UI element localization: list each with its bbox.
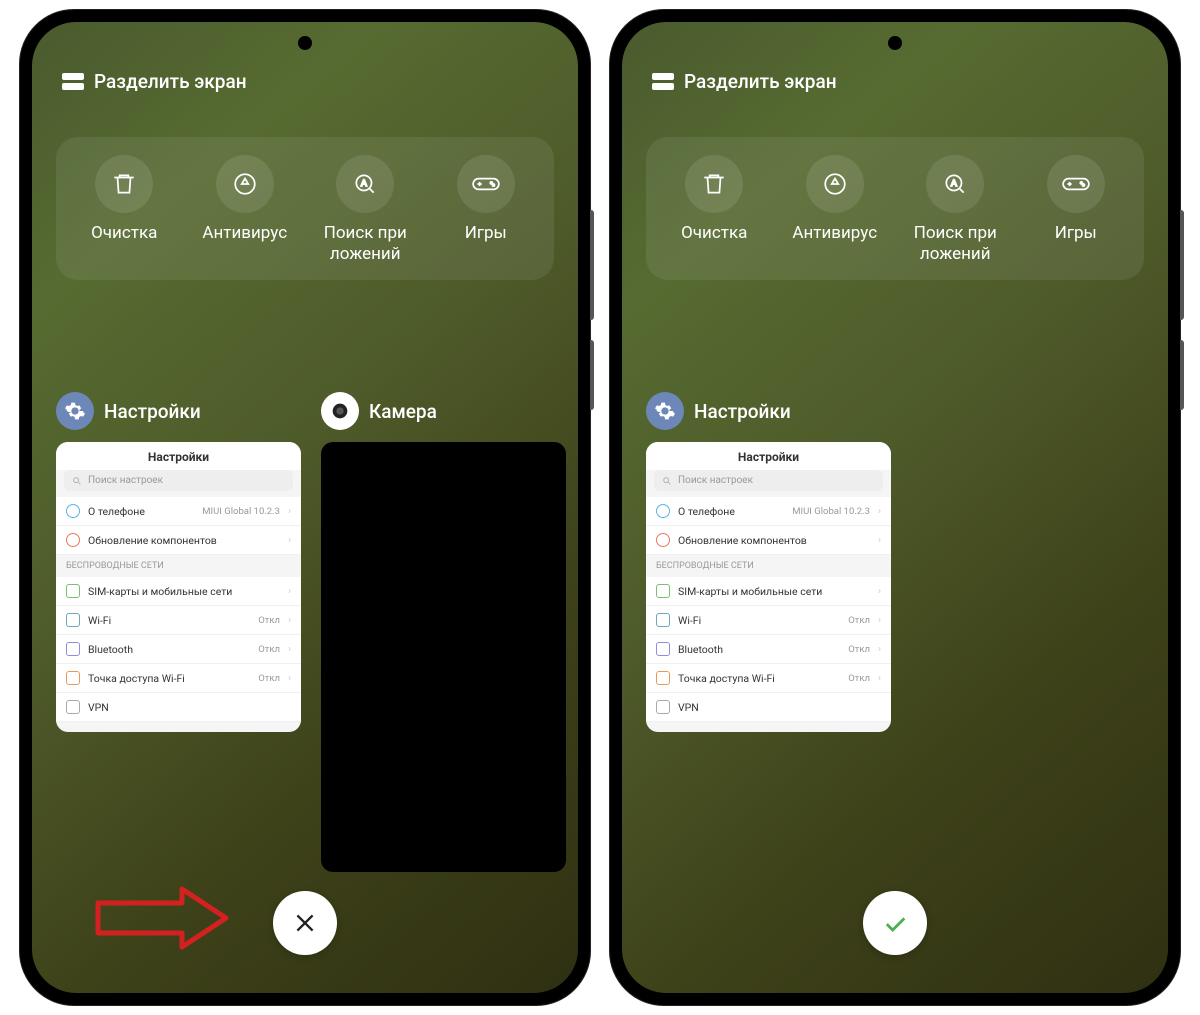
thumb-row: Точка доступа Wi-Fi Откл › — [646, 664, 891, 693]
close-icon — [292, 910, 318, 936]
split-screen-label: Разделить экран — [94, 70, 247, 93]
recent-apps-area: Настройки Настройки Поиск настроек О тел… — [56, 392, 554, 872]
clear-all-button[interactable] — [273, 891, 337, 955]
tool-games[interactable]: Игры — [1016, 155, 1136, 266]
shield-icon — [806, 155, 864, 213]
trash-icon — [95, 155, 153, 213]
power-button — [1180, 340, 1184, 410]
thumb-row: Wi-Fi Откл › — [646, 606, 891, 635]
thumb-row: Bluetooth Откл › — [646, 635, 891, 664]
tool-label: Антивирус — [202, 223, 287, 244]
thumb-row: Wi-Fi Откл › — [56, 606, 301, 635]
tool-antivirus[interactable]: Антивирус — [775, 155, 895, 266]
tool-label: Очистка — [91, 223, 157, 244]
gamepad-icon — [1047, 155, 1105, 213]
app-title: Настройки — [694, 400, 791, 423]
recent-apps-area: Настройки Настройки Поиск настроек О тел… — [646, 392, 1144, 732]
search-icon: A — [926, 155, 984, 213]
phone-frame-left: Разделить экран Очистка Антивирус A Поис… — [20, 10, 590, 1005]
thumb-row: Обновление компонентов › — [56, 526, 301, 555]
thumb-search: Поиск настроек — [64, 470, 293, 491]
annotation-arrow — [92, 885, 232, 955]
thumb-row: SIM-карты и мобильные сети › — [56, 577, 301, 606]
gamepad-icon — [457, 155, 515, 213]
thumb-search: Поиск настроек — [654, 470, 883, 491]
confirm-button[interactable] — [863, 891, 927, 955]
thumb-row: VPN — [56, 693, 301, 722]
gear-icon — [56, 392, 94, 430]
tool-antivirus[interactable]: Антивирус — [185, 155, 305, 266]
screen-right: Разделить экран Очистка Антивирус A Поис… — [622, 22, 1168, 993]
tool-label: Очистка — [681, 223, 747, 244]
tool-label: Поиск при ложений — [324, 223, 407, 266]
app-thumbnail-settings[interactable]: Настройки Поиск настроек О телефоне MIUI… — [56, 442, 301, 732]
split-screen-button[interactable]: Разделить экран — [62, 70, 247, 93]
app-thumbnail-settings[interactable]: Настройки Поиск настроек О телефоне MIUI… — [646, 442, 891, 732]
thumb-heading: Настройки — [56, 442, 301, 470]
phone-frame-right: Разделить экран Очистка Антивирус A Поис… — [610, 10, 1180, 1005]
trash-icon — [685, 155, 743, 213]
camera-icon — [321, 392, 359, 430]
app-thumbnail-camera[interactable] — [321, 442, 566, 872]
tool-cleanup[interactable]: Очистка — [64, 155, 184, 266]
volume-button — [1180, 210, 1184, 320]
thumb-row: Точка доступа Wi-Fi Откл › — [56, 664, 301, 693]
tools-panel: Очистка Антивирус A Поиск при ложений Иг… — [56, 137, 554, 280]
app-title: Настройки — [104, 400, 201, 423]
thumb-row: Обновление компонентов › — [646, 526, 891, 555]
thumb-section: БЕСПРОВОДНЫЕ СЕТИ — [646, 555, 891, 577]
thumb-row: Bluetooth Откл › — [56, 635, 301, 664]
app-card-header: Камера — [321, 392, 566, 430]
tool-label: Антивирус — [792, 223, 877, 244]
split-screen-icon — [62, 73, 84, 91]
check-icon — [881, 909, 909, 937]
thumb-section: БЕСПРОВОДНЫЕ СЕТИ — [56, 555, 301, 577]
svg-text:A: A — [951, 178, 957, 188]
thumb-row: SIM-карты и мобильные сети › — [646, 577, 891, 606]
app-title: Камера — [369, 400, 437, 423]
search-icon: A — [336, 155, 394, 213]
thumb-row: VPN — [646, 693, 891, 722]
power-button — [590, 340, 594, 410]
split-screen-icon — [652, 73, 674, 91]
camera-notch — [888, 36, 902, 50]
tool-cleanup[interactable]: Очистка — [654, 155, 774, 266]
tool-app-search[interactable]: A Поиск при ложений — [305, 155, 425, 266]
app-card-header: Настройки — [646, 392, 891, 430]
app-card-header: Настройки — [56, 392, 301, 430]
shield-icon — [216, 155, 274, 213]
split-screen-label: Разделить экран — [684, 70, 837, 93]
recent-app-camera[interactable]: Камера — [321, 392, 566, 872]
thumb-row: О телефоне MIUI Global 10.2.3 › — [56, 497, 301, 526]
split-screen-button[interactable]: Разделить экран — [652, 70, 837, 93]
tools-panel: Очистка Антивирус A Поиск при ложений Иг… — [646, 137, 1144, 280]
thumb-heading: Настройки — [646, 442, 891, 470]
thumb-row: О телефоне MIUI Global 10.2.3 › — [646, 497, 891, 526]
tool-label: Игры — [465, 223, 507, 244]
thumb-search-placeholder: Поиск настроек — [88, 475, 163, 486]
tool-label: Поиск при ложений — [914, 223, 997, 266]
thumb-search-placeholder: Поиск настроек — [678, 475, 753, 486]
recent-app-settings[interactable]: Настройки Настройки Поиск настроек О тел… — [646, 392, 891, 732]
screen-left: Разделить экран Очистка Антивирус A Поис… — [32, 22, 578, 993]
recent-app-settings[interactable]: Настройки Настройки Поиск настроек О тел… — [56, 392, 301, 872]
gear-icon — [646, 392, 684, 430]
svg-text:A: A — [361, 178, 367, 188]
camera-notch — [298, 36, 312, 50]
tool-label: Игры — [1055, 223, 1097, 244]
tool-app-search[interactable]: A Поиск при ложений — [895, 155, 1015, 266]
volume-button — [590, 210, 594, 320]
tool-games[interactable]: Игры — [426, 155, 546, 266]
